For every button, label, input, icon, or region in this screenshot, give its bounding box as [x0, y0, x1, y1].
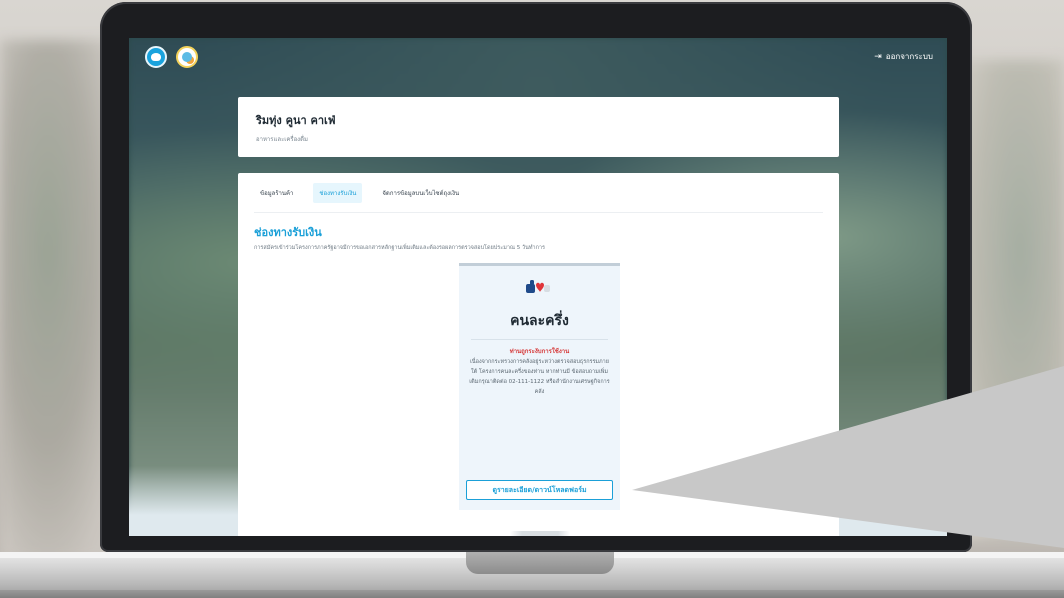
- logout-label: ออกจากระบบ: [885, 52, 933, 61]
- thung-ngern-logo-icon: [176, 46, 198, 68]
- shop-header-card: ริมทุ่ง คูนา คาเฟ่ อาหารและเครื่องดื่ม: [238, 97, 839, 157]
- tab-shop-info[interactable]: ข้อมูลร้านค้า: [254, 183, 299, 203]
- tab-payment-channels[interactable]: ช่องทางรับเงิน: [313, 182, 363, 203]
- main-card: ข้อมูลร้านค้า ช่องทางรับเงิน จัดการข้อมู…: [238, 173, 839, 536]
- suspension-notice-title: ท่านถูกระงับการใช้งาน: [509, 348, 570, 355]
- shop-category: อาหารและเครื่องดื่ม: [256, 136, 308, 143]
- section-title: ช่องทางรับเงิน: [254, 226, 322, 239]
- logout-icon: ⇥: [874, 51, 882, 62]
- view-details-download-form-button[interactable]: ดูรายละเอียด/ดาวน์โหลดฟอร์ม: [466, 480, 613, 500]
- next-program-card-peek: [510, 531, 570, 536]
- top-bar: ⇥ ออกจากระบบ: [129, 38, 947, 74]
- section-description: การสมัครเข้าร่วมโครงการภาครัฐอาจมีการขอเ…: [254, 245, 545, 251]
- program-card: คนละครึ่ง ท่านถูกระงับการใช้งาน เนื่องจา…: [459, 263, 620, 510]
- laptop-base-notch: [466, 552, 614, 574]
- tab-bar: ข้อมูลร้านค้า ช่องทางรับเงิน จัดการข้อมู…: [254, 173, 823, 213]
- shop-name: ริมทุ่ง คูนา คาเฟ่: [256, 114, 336, 127]
- laptop-screen: ⇥ ออกจากระบบ ริมทุ่ง คูนา คาเฟ่ อาหารและ…: [129, 38, 947, 536]
- krungthai-logo-icon: [145, 46, 167, 68]
- logout-button[interactable]: ⇥ ออกจากระบบ: [874, 50, 933, 63]
- tab-manage-website[interactable]: จัดการข้อมูลบนเว็บไซต์ถุงเงิน: [376, 183, 465, 203]
- laptop-base-shadow: [0, 590, 1064, 598]
- program-divider: [471, 339, 608, 340]
- khon-la-khrueng-logo-icon: [526, 280, 550, 293]
- suspension-notice-text: เนื่องจากกระทรวงการคลังอยู่ระหว่างตรวจสอ…: [469, 359, 610, 395]
- program-title: คนละครึ่ง: [510, 313, 569, 329]
